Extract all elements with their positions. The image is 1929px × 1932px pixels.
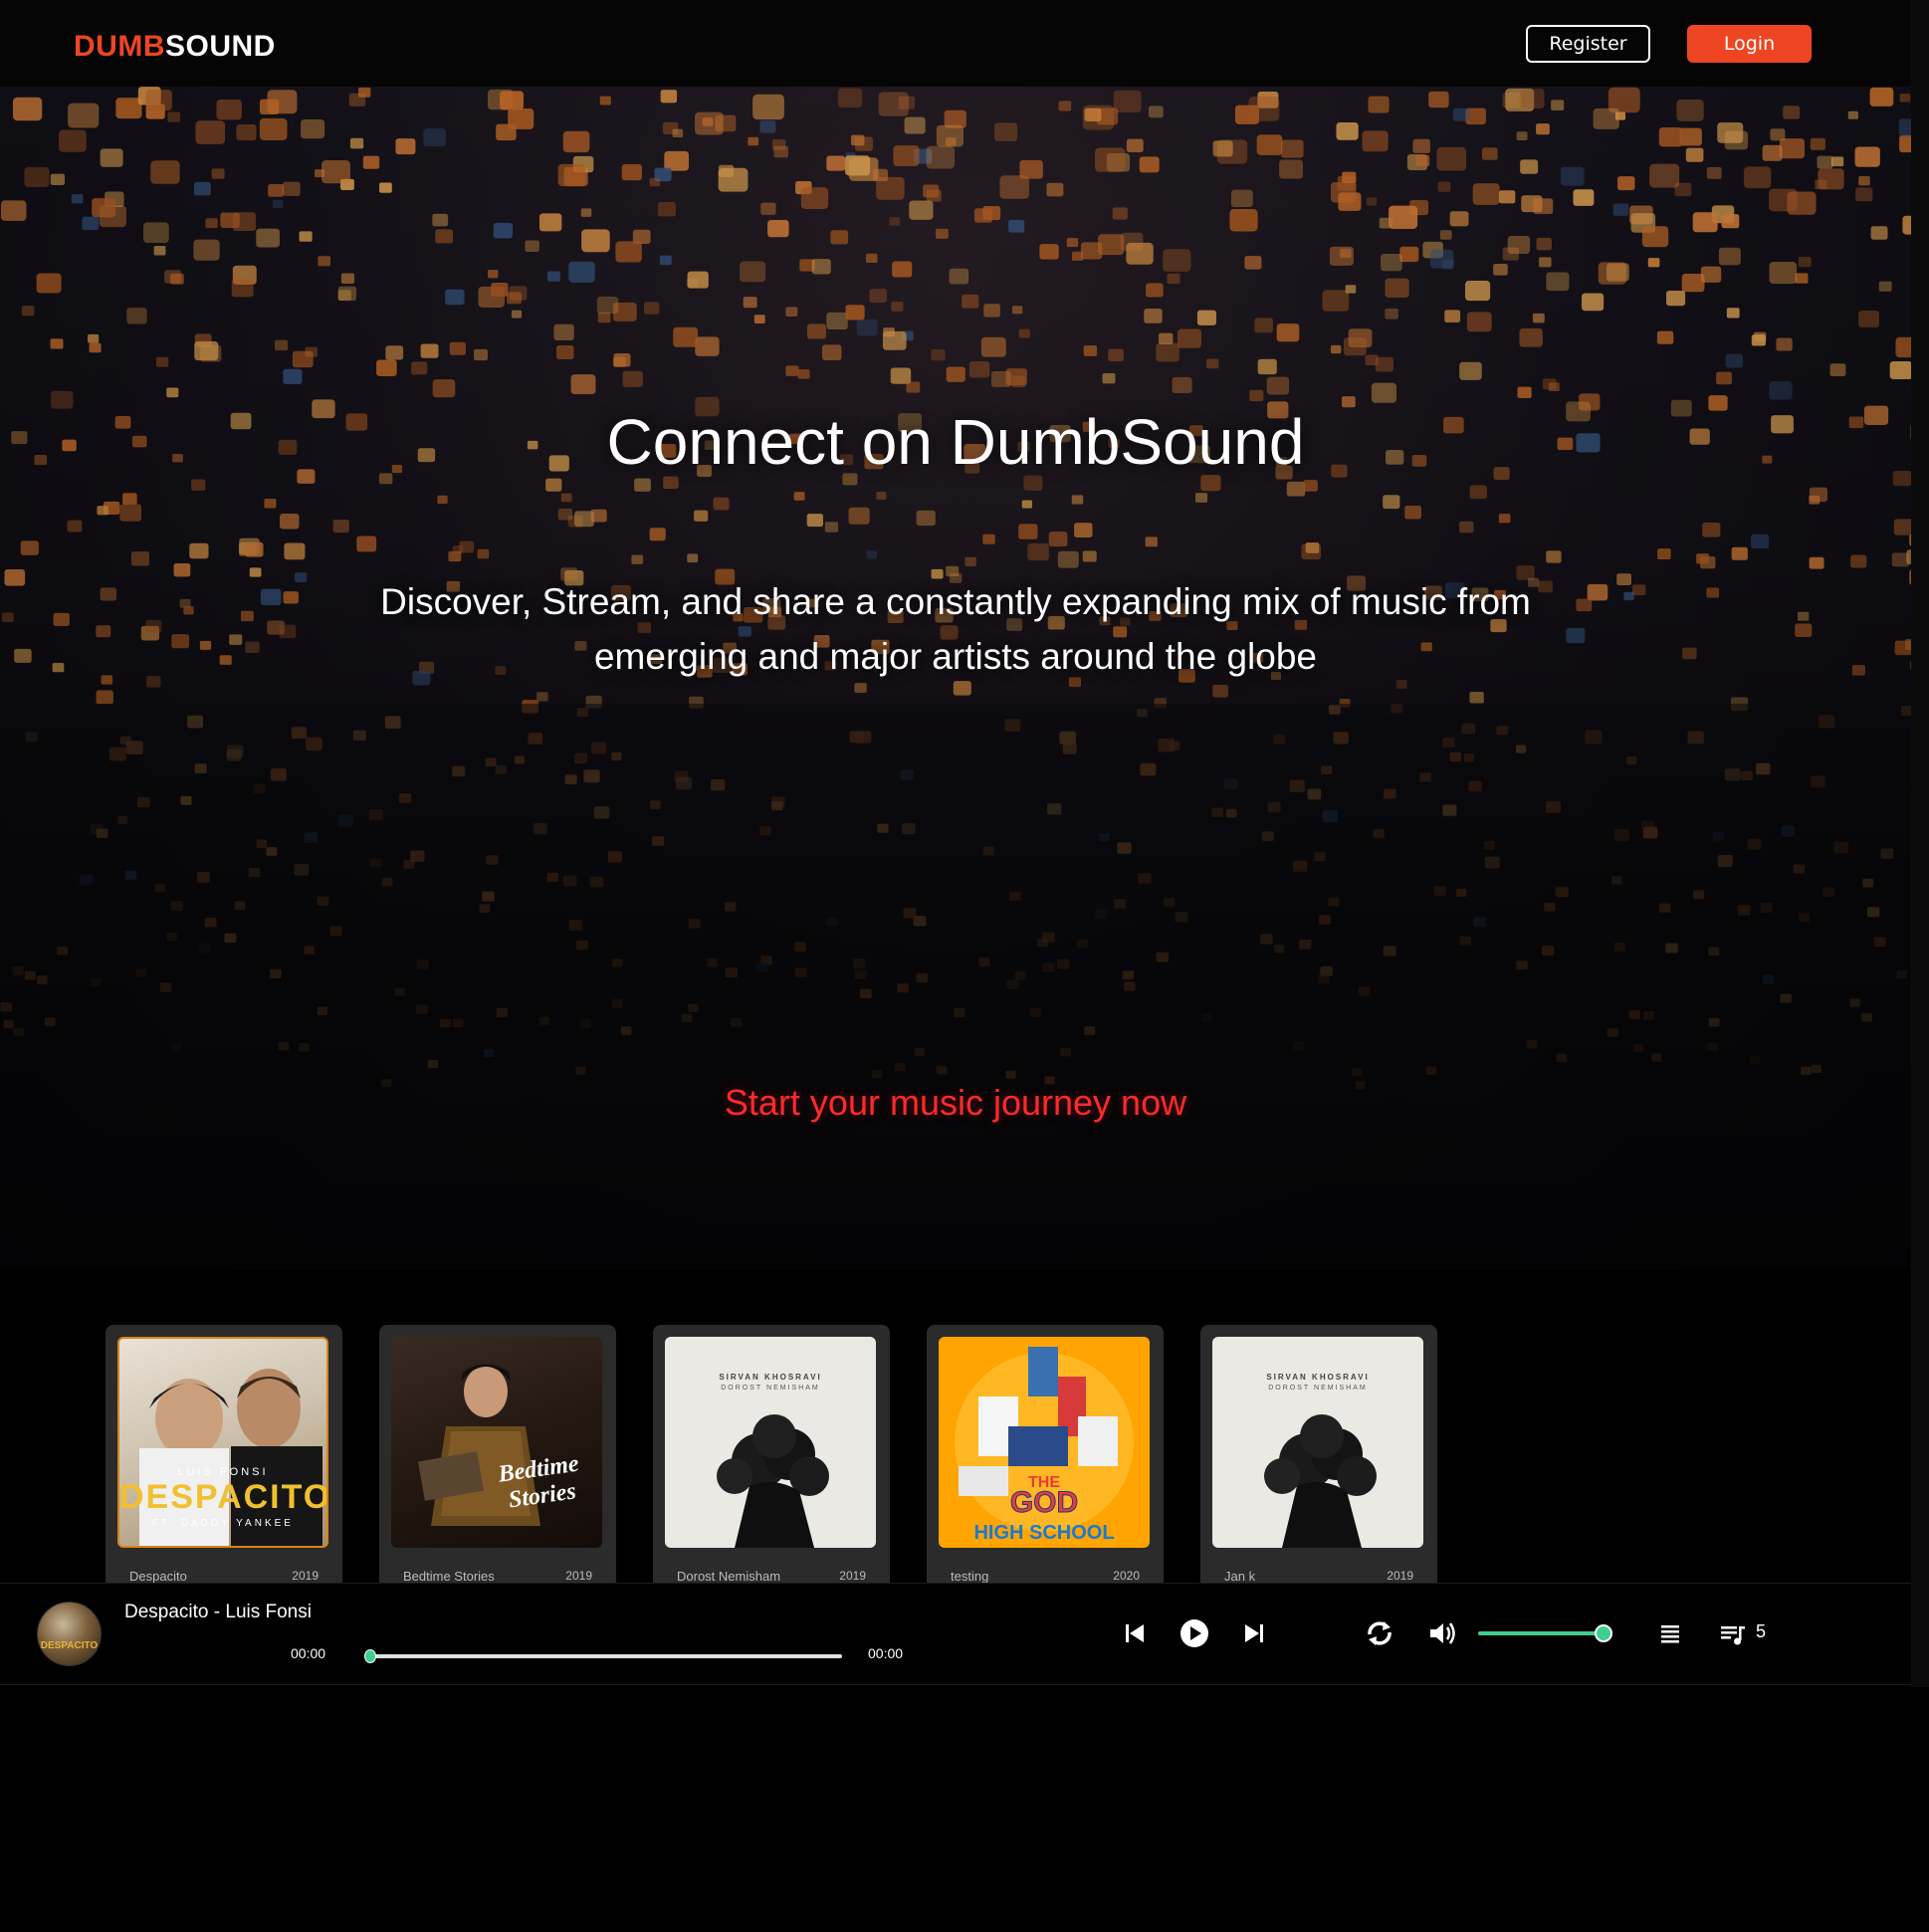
dorost-cover-art [717,1414,829,1548]
start-journey-link[interactable]: Start your music journey now [0,1082,1911,1124]
song-card[interactable]: SIRVAN KHOSRAVI DOROST NEMISHAM Jan k 20… [1200,1325,1437,1623]
song-title: Bedtime Stories [403,1569,495,1584]
song-year: 2019 [1387,1569,1413,1583]
song-card[interactable]: SIRVAN KHOSRAVI DOROST NEMISHAM Dorost N… [653,1325,890,1623]
logo[interactable]: DUMBSOUND [74,29,276,65]
logo-accent: DUMB [74,30,165,63]
queue-music-icon [1721,1626,1745,1645]
play-button[interactable] [1175,1613,1214,1653]
bedtime-stories-album-cover: Bedtime Stories [391,1337,602,1548]
skip-next-icon [1245,1624,1263,1642]
song-year: 2019 [839,1569,866,1583]
repeat-icon [1368,1621,1392,1645]
volume-slider[interactable] [1478,1624,1612,1642]
song-card[interactable]: THE GOD HIGH SCHOOL testing 2020 [927,1325,1164,1623]
song-title: testing [951,1569,989,1584]
song-year: 2020 [1113,1569,1140,1583]
page-scrollbar[interactable] [1911,0,1929,1687]
play-icon [1180,1619,1208,1647]
song-card[interactable]: LUIS FONSI DESPACITO FT. DADDY YANKEE De… [106,1325,342,1623]
hero-title: Connect on DumbSound [606,406,1305,478]
dorost-nemisham-album-cover: SIRVAN KHOSRAVI DOROST NEMISHAM [665,1337,876,1548]
song-card[interactable]: Bedtime Stories Bedtime Stories 2019 [379,1325,616,1623]
previous-button[interactable] [1115,1613,1155,1653]
hero-section: Connect on DumbSound Discover, Stream, a… [0,87,1911,1269]
despacito-album-cover: LUIS FONSI DESPACITO FT. DADDY YANKEE [117,1337,328,1548]
thumbnail-label: DESPACITO [40,1640,99,1651]
duration-time: 00:00 [868,1645,904,1661]
volume-icon [1430,1622,1455,1644]
repeat-button[interactable] [1360,1613,1399,1653]
song-year: 2019 [565,1569,592,1583]
song-title: Despacito [129,1569,187,1584]
now-playing-title: Despacito - Luis Fonsi [124,1602,312,1622]
register-button[interactable]: Register [1526,25,1650,63]
queue-button[interactable] [1712,1613,1752,1653]
song-title: Jan k [1224,1569,1256,1584]
now-playing-thumbnail[interactable]: DESPACITO [37,1602,102,1666]
progress-bar[interactable] [364,1649,842,1663]
volume-button[interactable] [1421,1613,1461,1653]
dorost-nemisham-album-cover: SIRVAN KHOSRAVI DOROST NEMISHAM [1212,1337,1423,1548]
music-player: DESPACITO Despacito - Luis Fonsi 00:00 0… [0,1583,1911,1685]
song-title: Dorost Nemisham [677,1569,781,1584]
logo-rest: SOUND [165,30,276,63]
dorost-cover-art [1264,1414,1377,1548]
navbar: DUMBSOUND Register Login [0,0,1911,87]
volume-handle[interactable] [1595,1624,1612,1642]
song-year: 2019 [292,1569,319,1583]
login-button[interactable]: Login [1687,25,1812,63]
playlist-icon [1661,1625,1679,1643]
skip-previous-icon [1126,1624,1144,1642]
cover-line2: GOD [1009,1486,1079,1520]
progress-handle[interactable] [364,1649,376,1663]
god-of-high-school-cover: THE GOD HIGH SCHOOL [939,1337,1150,1548]
cover-feat: FT. DADDY YANKEE [152,1518,294,1529]
current-time: 00:00 [291,1645,326,1661]
cover-title: DESPACITO [119,1478,328,1516]
cover-artist: LUIS FONSI [177,1466,269,1478]
playlist-button[interactable] [1650,1613,1690,1653]
queue-count: 5 [1756,1621,1767,1641]
cover-line3: HIGH SCHOOL [973,1522,1115,1544]
next-button[interactable] [1234,1613,1274,1653]
hero-subtitle: Discover, Stream, and share a constantly… [380,581,1531,677]
